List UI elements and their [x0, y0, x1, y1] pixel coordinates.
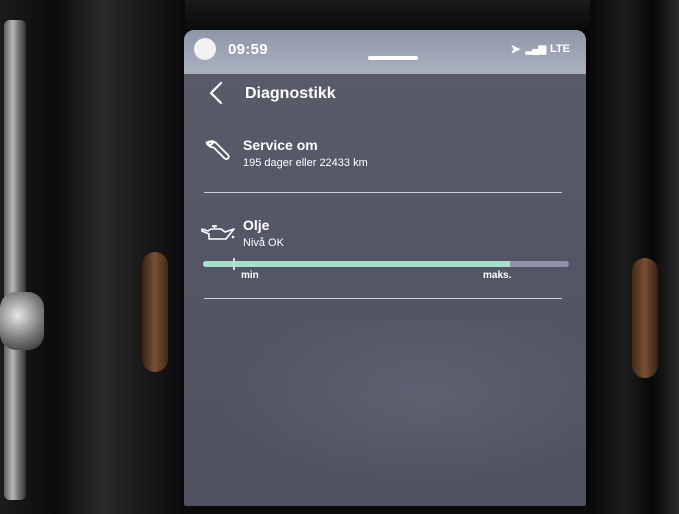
- profile-indicator-icon: [194, 38, 216, 60]
- oil-level-gauge: [203, 261, 569, 267]
- page-header: Diagnostikk: [184, 74, 586, 120]
- dashboard-left-trim: [0, 0, 185, 514]
- oil-title: Olje: [243, 217, 270, 233]
- screen-reflection: [184, 320, 586, 506]
- status-time: 09:59: [228, 41, 268, 58]
- service-title: Service om: [243, 137, 318, 153]
- page-title: Diagnostikk: [245, 85, 336, 102]
- network-type: LTE: [550, 43, 570, 55]
- hand-reflection-right: [632, 258, 658, 378]
- oil-min-marker: [233, 258, 235, 270]
- divider: [204, 192, 562, 193]
- volume-knob: [0, 292, 44, 350]
- infotainment-screen: 09:59 ➤ ▂▄▆ LTE Diagnostikk Service om 1…: [184, 30, 586, 506]
- divider: [204, 298, 562, 299]
- back-button[interactable]: [202, 78, 230, 108]
- dashboard-right-trim: [590, 0, 679, 514]
- status-bar[interactable]: 09:59 ➤ ▂▄▆ LTE: [184, 30, 586, 74]
- oil-row[interactable]: Olje Nivå OK min maks.: [184, 210, 586, 300]
- screen-bezel-bottom: [185, 505, 590, 514]
- oil-max-label: maks.: [483, 270, 512, 281]
- status-icons: ➤ ▂▄▆ LTE: [511, 42, 571, 56]
- wrench-icon: [205, 140, 230, 160]
- oil-subtitle: Nivå OK: [243, 237, 284, 249]
- oil-min-label: min: [241, 270, 259, 281]
- chevron-left-icon: [209, 81, 223, 105]
- oil-can-icon: [201, 225, 235, 240]
- signal-bars-icon: ▂▄▆: [525, 43, 546, 55]
- service-row[interactable]: Service om 195 dager eller 22433 km: [184, 130, 586, 192]
- oil-level-fill: [203, 261, 511, 267]
- chrome-trim-strip: [4, 20, 26, 500]
- navigation-arrow-icon: ➤: [510, 42, 521, 56]
- status-bar-pull-handle[interactable]: [368, 56, 418, 60]
- hand-reflection-left: [142, 252, 168, 372]
- service-subtitle: 195 dager eller 22433 km: [243, 157, 368, 169]
- screen-bezel-top: [185, 0, 590, 30]
